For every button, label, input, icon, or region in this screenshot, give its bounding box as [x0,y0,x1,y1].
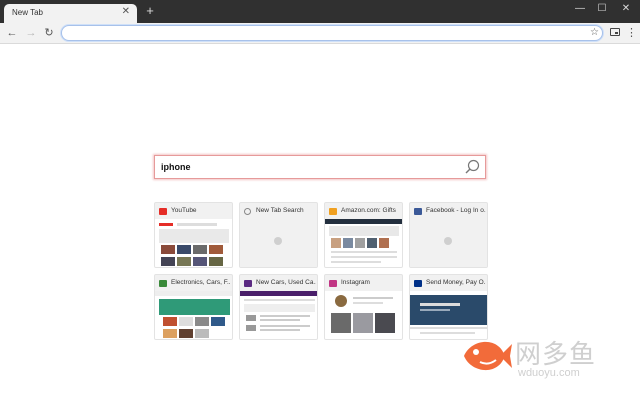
tile-thumbnail [325,219,402,267]
watermark-title: 网多鱼 [515,340,597,370]
tile-title: New Cars, Used Ca... [256,279,316,286]
address-input[interactable] [70,26,585,40]
placeholder-dot [444,237,452,245]
tab-title: New Tab [12,8,43,17]
tile-new-tab-search[interactable]: New Tab Search [239,202,318,268]
tile-title: Send Money, Pay O... [426,279,486,286]
tile-thumbnail [155,291,232,339]
tile-title: Electronics, Cars, F... [171,279,231,286]
kebab-menu-icon[interactable]: ⋮ [626,26,637,40]
search-box[interactable] [154,155,486,179]
title-bar: New Tab ✕ + — ☐ ✕ [0,0,640,23]
ebay-icon [159,280,167,287]
address-bar[interactable]: ☆ [61,25,603,41]
tile-title: YouTube [171,207,197,214]
tile-thumbnail [240,219,317,267]
tile-instagram[interactable]: Instagram [324,274,403,340]
most-visited-tiles: YouTube New Tab Search Amazon.com: Gifts… [154,202,488,342]
toolbar: ← → ↻ ☆ ⋮ [0,23,640,44]
placeholder-dot [274,237,282,245]
search-icon [244,208,251,215]
tile-thumbnail [325,291,402,339]
amazon-icon [329,208,337,215]
tile-youtube[interactable]: YouTube [154,202,233,268]
fish-logo-icon [464,341,512,371]
tile-facebook[interactable]: Facebook - Log In o... [409,202,488,268]
tile-thumbnail [155,219,232,267]
search-input[interactable] [161,156,461,178]
tile-paypal[interactable]: Send Money, Pay O... [409,274,488,340]
facebook-icon [414,208,422,215]
tile-cars[interactable]: New Cars, Used Ca... [239,274,318,340]
close-icon[interactable]: ✕ [122,7,130,17]
maximize-icon[interactable]: ☐ [592,3,612,17]
window-close-icon[interactable]: ✕ [616,3,636,17]
tile-title: Facebook - Log In o... [426,207,486,214]
tab-new-tab[interactable]: New Tab ✕ [4,4,137,23]
tile-title: New Tab Search [256,207,304,214]
extension-icon[interactable] [610,28,620,36]
watermark-url: wduoyu.com [518,367,580,379]
watermark: 网多鱼 wduoyu.com [460,332,635,384]
tile-thumbnail [240,291,317,339]
minimize-icon[interactable]: — [570,3,590,17]
forward-arrow-icon[interactable]: → [24,26,38,40]
back-arrow-icon[interactable]: ← [5,26,19,40]
star-icon[interactable]: ☆ [590,26,599,40]
youtube-icon [159,208,167,215]
paypal-icon [414,280,422,287]
magnifier-icon[interactable] [463,158,481,176]
plus-icon[interactable]: + [144,4,156,18]
tile-title: Instagram [341,279,370,286]
car-icon [244,280,252,287]
instagram-icon [329,280,337,287]
tile-thumbnail [410,219,487,267]
tile-amazon[interactable]: Amazon.com: Gifts [324,202,403,268]
reload-icon[interactable]: ↻ [42,26,56,40]
tile-title: Amazon.com: Gifts [341,207,396,214]
tile-ebay[interactable]: Electronics, Cars, F... [154,274,233,340]
